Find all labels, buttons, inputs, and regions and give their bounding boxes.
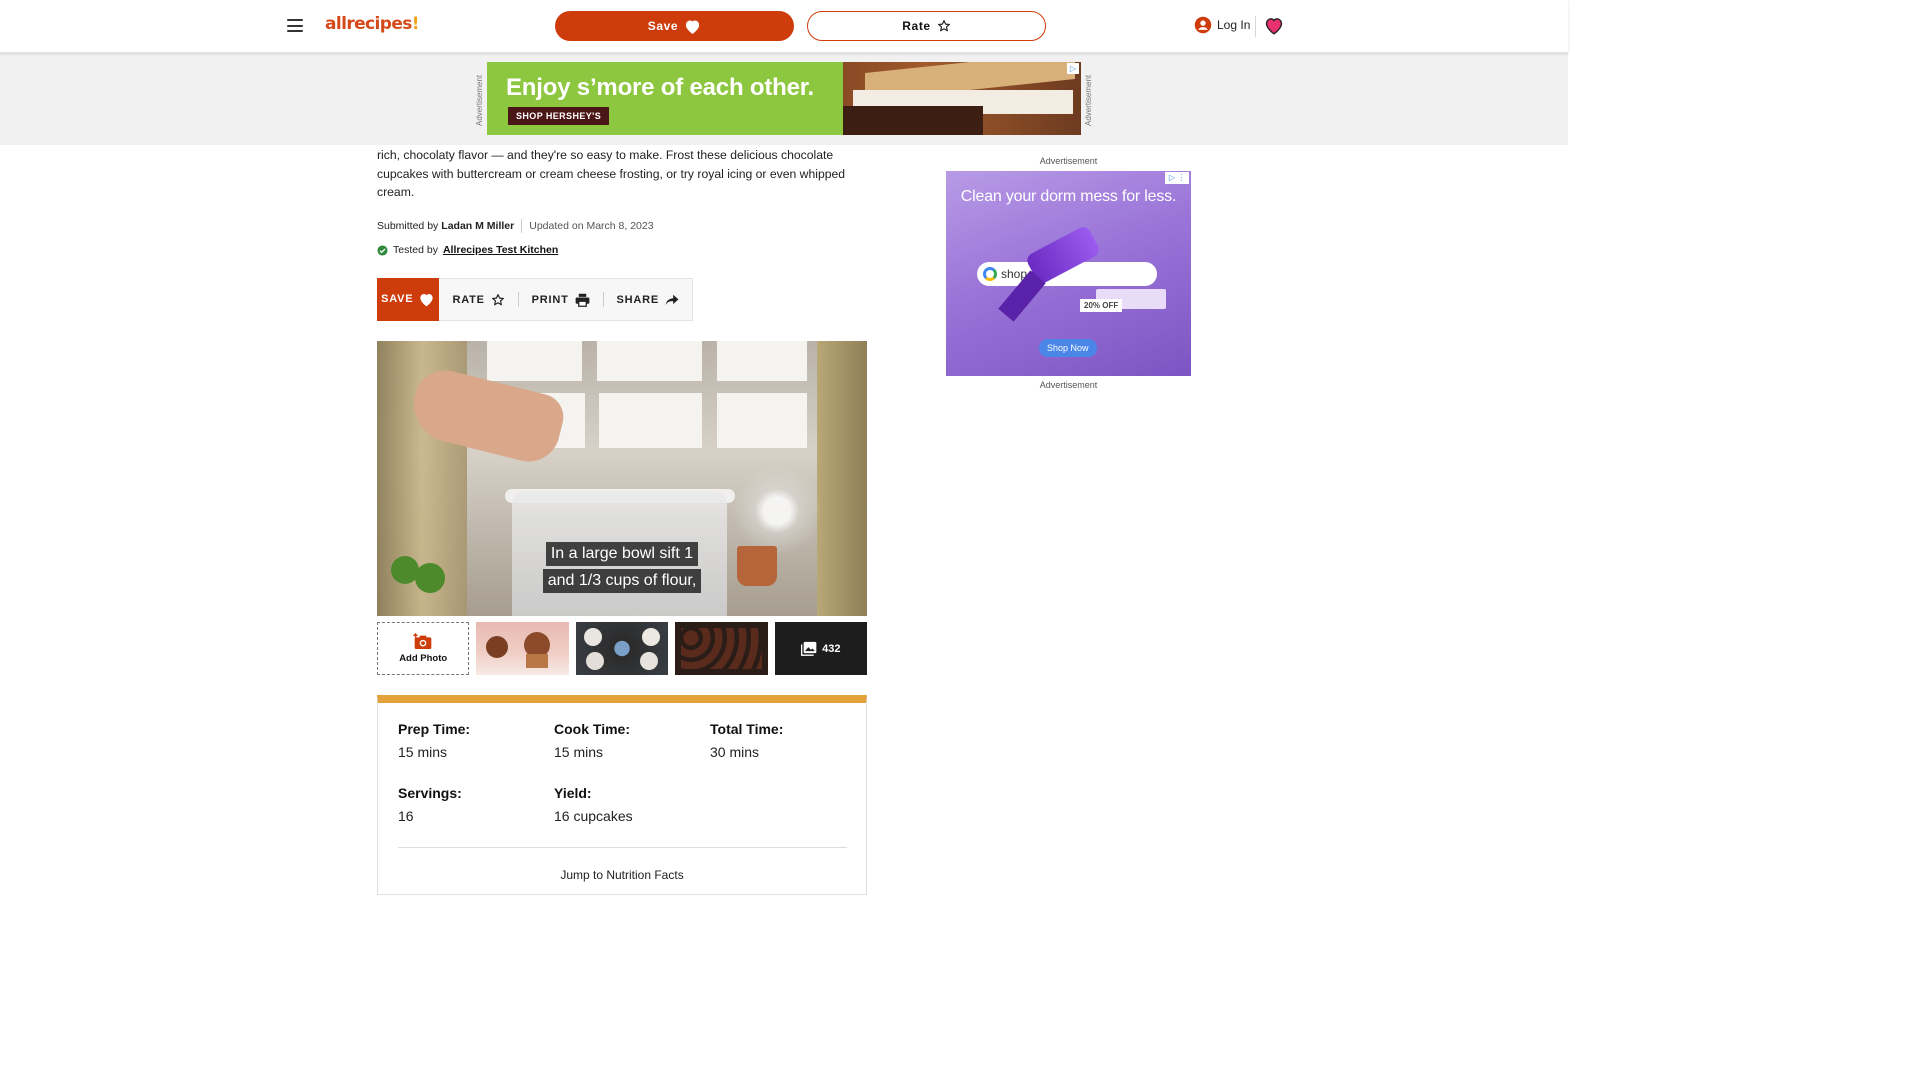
window-pane: [597, 341, 702, 381]
cupcake-top: [641, 628, 660, 646]
yield-label: Yield:: [554, 785, 592, 801]
chocolate-bar: [843, 106, 983, 135]
recipe-photo-thumbnail[interactable]: [575, 622, 669, 675]
login-label: Log In: [1217, 18, 1251, 32]
star-outline-icon: [937, 20, 950, 32]
window-pane: [599, 393, 702, 448]
card-divider: [398, 847, 847, 848]
photo-count: 432: [822, 642, 841, 655]
saved-recipes-heart-icon[interactable]: [1264, 16, 1284, 40]
rail-ad-headline: Clean your dorm mess for less.: [960, 188, 1177, 205]
print-button[interactable]: PRINT: [519, 278, 603, 321]
cook-time-value: 15 mins: [554, 744, 604, 760]
test-kitchen-link[interactable]: Allrecipes Test Kitchen: [443, 244, 558, 256]
rate-button[interactable]: RATE: [439, 278, 517, 321]
cook-time-label: Cook Time:: [554, 721, 630, 737]
add-photo-button[interactable]: Add Photo: [377, 622, 470, 675]
view-all-photos-button[interactable]: 432: [774, 622, 867, 675]
header-rate-button[interactable]: Rate: [807, 11, 1046, 41]
save-button[interactable]: SAVE: [377, 277, 440, 321]
byline-divider: [521, 219, 523, 233]
banner-headline: Enjoy s’more of each other.: [506, 74, 815, 101]
cupcake-liner: [526, 654, 549, 668]
shop-now-button[interactable]: Shop Now: [1039, 339, 1097, 357]
cupcake-top: [583, 628, 602, 646]
heart-icon: [686, 20, 700, 34]
rail-ad-label-bottom: Advertisement: [1039, 380, 1098, 390]
account-circle-icon: [1194, 16, 1212, 34]
header-divider: [1255, 16, 1256, 37]
rail-ad-label-top: Advertisement: [1039, 156, 1098, 166]
prep-time-value: 15 mins: [398, 744, 448, 760]
ad-side-label-left: Advertisement: [475, 74, 484, 126]
login-link[interactable]: Log In: [1194, 16, 1250, 34]
window-pane: [487, 341, 582, 381]
total-time: Total Time: 30 mins: [710, 721, 783, 760]
hamburger-menu-icon[interactable]: [287, 19, 303, 32]
print-label: PRINT: [531, 293, 569, 306]
total-time-value: 30 mins: [710, 744, 760, 760]
add-photo-label: Add Photo: [399, 653, 448, 664]
printer-icon: [575, 293, 590, 307]
photo-gallery-strip: Add Photo 432: [377, 622, 867, 675]
byline: Submitted by Ladan M Miller Updated on M…: [377, 219, 654, 233]
yield-value: 16 cupcakes: [554, 808, 633, 824]
cupcake-top: [585, 652, 604, 670]
banner-cta-button[interactable]: SHOP HERSHEY'S: [508, 107, 610, 125]
google-shop-ad[interactable]: Clean your dorm mess for less. shop 20% …: [946, 171, 1191, 376]
yield: Yield: 16 cupcakes: [554, 785, 633, 824]
recipe-video-player[interactable]: In a large bowl sift 1 and 1/3 cups of f…: [377, 341, 867, 616]
google-g-icon: [983, 267, 997, 281]
adchoices-icon[interactable]: ▷ ⋮: [1165, 172, 1189, 184]
submitted-prefix: Submitted by: [377, 220, 439, 232]
site-header: allrecipes! Save Rate Log In: [0, 0, 1568, 53]
recipe-action-bar: SAVE RATE PRINT SHARE: [377, 277, 693, 321]
servings-value: 16: [398, 808, 414, 824]
smores-image: ▷: [843, 62, 1081, 135]
add-camera-icon: [413, 633, 432, 649]
share-label: SHARE: [616, 293, 659, 306]
window-pane: [717, 393, 807, 448]
star-outline-icon: [491, 293, 504, 305]
tested-by: Tested by Allrecipes Test Kitchen: [377, 244, 558, 256]
servings-label: Servings:: [398, 785, 462, 801]
heart-icon: [420, 293, 434, 306]
servings: Servings: 16: [398, 785, 462, 824]
tested-prefix: Tested by: [393, 244, 438, 256]
author-name[interactable]: Ladan M Miller: [441, 220, 514, 232]
caption-line: and 1/3 cups of flour,: [542, 569, 702, 593]
recipe-details-card: Prep Time: 15 mins Cook Time: 15 mins To…: [377, 695, 867, 895]
photo-gallery-icon: [801, 641, 817, 656]
save-label: SAVE: [381, 293, 414, 305]
share-button[interactable]: SHARE: [603, 278, 692, 321]
cupcake-pan: [681, 628, 763, 669]
total-time-label: Total Time:: [710, 721, 784, 737]
cook-time: Cook Time: 15 mins: [554, 721, 630, 760]
banner-green-panel: Enjoy s’more of each other. SHOP HERSHEY…: [487, 62, 843, 135]
rate-label: RATE: [452, 293, 485, 306]
updated-date: Updated on March 8, 2023: [529, 220, 654, 232]
video-captions: In a large bowl sift 1 and 1/3 cups of f…: [377, 542, 867, 596]
share-arrow-icon: [665, 294, 679, 305]
caption-line: In a large bowl sift 1: [545, 542, 699, 566]
prep-time: Prep Time: 15 mins: [398, 721, 470, 760]
recipe-description: rich, chocolaty flavor — and they're so …: [377, 148, 846, 199]
discount-tag: 20% OFF: [1080, 299, 1123, 312]
adchoices-icon[interactable]: ▷: [1067, 63, 1079, 74]
prep-time-label: Prep Time:: [398, 721, 471, 737]
header-save-button[interactable]: Save: [555, 11, 794, 41]
allrecipes-logo[interactable]: allrecipes!: [325, 14, 420, 34]
header-rate-label: Rate: [902, 19, 931, 33]
frosting: [486, 636, 509, 658]
hershey-banner-ad[interactable]: Enjoy s’more of each other. SHOP HERSHEY…: [487, 62, 1081, 135]
window-pane: [717, 341, 807, 381]
ad-side-label-right: Advertisement: [1084, 74, 1093, 126]
verified-check-icon: [377, 244, 388, 256]
jump-to-nutrition-link[interactable]: Jump to Nutrition Facts: [378, 868, 866, 882]
recipe-photo-thumbnail[interactable]: [675, 622, 768, 675]
recipe-photo-thumbnail[interactable]: [476, 622, 569, 675]
header-save-label: Save: [647, 19, 679, 33]
cupcake-top: [639, 652, 658, 670]
